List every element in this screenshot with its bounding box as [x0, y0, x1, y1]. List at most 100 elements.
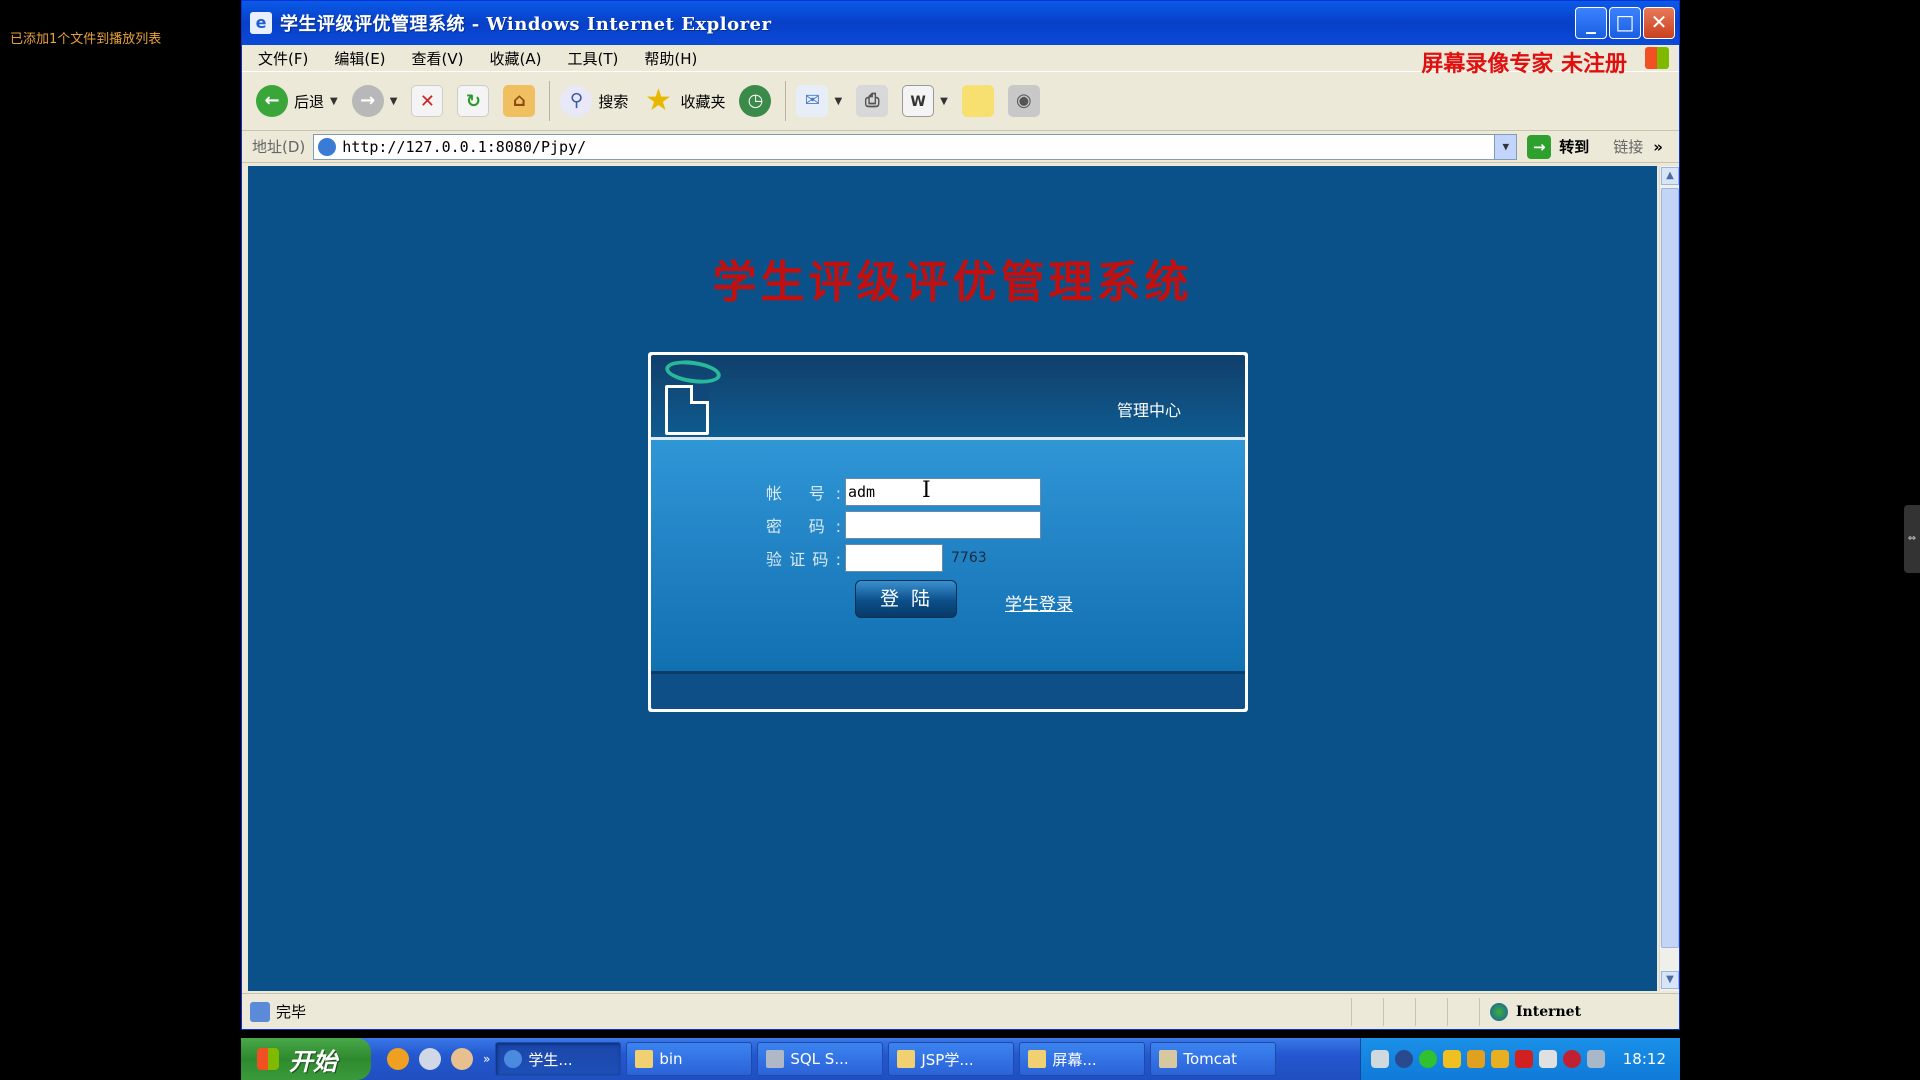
stop-icon: ✕ [411, 85, 444, 117]
menu-favorites[interactable]: 收藏(A) [490, 48, 542, 69]
mail-button[interactable]: ✉ ▼ [796, 85, 842, 117]
forward-dropdown-icon[interactable]: ▼ [390, 96, 398, 107]
quicklaunch-search-icon[interactable] [419, 1048, 441, 1070]
qq-icon[interactable] [1490, 1050, 1509, 1068]
qq-icon[interactable] [1442, 1050, 1461, 1068]
quicklaunch-qq-icon[interactable] [451, 1048, 473, 1070]
back-arrow-icon: ← [256, 85, 288, 117]
monitor-icon[interactable] [1586, 1050, 1605, 1068]
go-button[interactable]: → 转到 [1527, 134, 1589, 159]
maximize-button[interactable]: □ [1609, 7, 1641, 39]
title-bar: e 学生评级评优管理系统 - Windows Internet Explorer… [242, 1, 1679, 45]
menu-view[interactable]: 查看(V) [412, 48, 464, 69]
antivirus-icon[interactable] [1514, 1050, 1533, 1068]
history-icon: ◷ [739, 85, 772, 117]
status-text: 完毕 [276, 1003, 307, 1021]
login-panel-header: 管理中心 [651, 355, 1245, 440]
back-button[interactable]: ← 后退 ▼ [256, 85, 338, 117]
captcha-row: 验证码: 7763 [766, 544, 987, 572]
quicklaunch-more-icon[interactable]: » [483, 1052, 490, 1066]
password-input[interactable] [845, 511, 1041, 539]
scroll-down-icon[interactable]: ▼ [1661, 971, 1679, 989]
search-button[interactable]: ⚲ 搜索 [560, 85, 628, 117]
close-button[interactable]: ✕ [1643, 7, 1675, 39]
favorites-button[interactable]: ★ 收藏夹 [642, 85, 725, 117]
mail-dropdown-icon[interactable]: ▼ [834, 96, 842, 107]
back-dropdown-icon[interactable]: ▼ [330, 96, 338, 107]
captcha-input[interactable] [845, 544, 943, 572]
keyboard-icon[interactable] [1370, 1050, 1389, 1068]
status-divider [1415, 997, 1447, 1026]
taskbar-item-ie[interactable]: 学生... [495, 1042, 622, 1076]
refresh-icon: ↻ [457, 85, 490, 117]
go-arrow-icon: → [1527, 134, 1552, 159]
status-divider [1351, 997, 1383, 1026]
start-button[interactable]: 开始 [241, 1038, 371, 1080]
minimize-button[interactable]: _ [1575, 7, 1607, 39]
menu-help[interactable]: 帮助(H) [644, 48, 697, 69]
folder-icon [635, 1050, 654, 1068]
account-row: 帐 号: adm [766, 478, 1041, 506]
account-input[interactable]: adm [845, 478, 1041, 506]
side-panel-handle[interactable]: ⇔ [1904, 505, 1920, 573]
quick-launch: » [387, 1048, 490, 1070]
menu-edit[interactable]: 编辑(E) [334, 48, 385, 69]
security-zone[interactable]: Internet [1479, 997, 1679, 1026]
tray-collapse-icon[interactable] [1394, 1050, 1413, 1068]
login-panel-footer [651, 671, 1245, 709]
captcha-code: 7763 [951, 550, 987, 566]
links-button[interactable]: 链接 [1613, 136, 1643, 157]
scroll-up-icon[interactable]: ▲ [1661, 167, 1679, 185]
login-button[interactable]: 登陆 [855, 580, 957, 618]
student-login-link[interactable]: 学生登录 [1005, 590, 1073, 615]
quicklaunch-app-icon[interactable] [387, 1048, 409, 1070]
task-label: SQL S... [790, 1050, 849, 1068]
menu-file[interactable]: 文件(F) [258, 48, 308, 69]
taskbar-item-jsp[interactable]: JSP学... [888, 1042, 1015, 1076]
history-button[interactable]: ◷ [739, 85, 772, 117]
browser-window: e 学生评级评优管理系统 - Windows Internet Explorer… [241, 0, 1680, 1030]
print-button[interactable]: ⎙ [856, 85, 889, 117]
discuss-button[interactable] [961, 85, 994, 117]
password-label: 密 码: [766, 517, 841, 536]
windows-logo-icon [257, 1048, 279, 1070]
clock[interactable]: 18:12 [1623, 1050, 1666, 1068]
taskbar-item-sql[interactable]: SQL S... [757, 1042, 884, 1076]
back-label: 后退 [294, 92, 325, 111]
stop-button[interactable]: ✕ [411, 85, 444, 117]
taskbar-item-tomcat[interactable]: Tomcat [1150, 1042, 1277, 1076]
qq-icon[interactable] [1466, 1050, 1485, 1068]
page-content: 学生评级评优管理系统 管理中心 帐 号: adm I 密 码: 验证码: 776… [248, 166, 1657, 991]
menu-bar: 文件(F) 编辑(E) 查看(V) 收藏(A) 工具(T) 帮助(H) 屏幕录像… [242, 45, 1679, 77]
captcha-label: 验证码: [766, 550, 841, 569]
address-url[interactable]: http://127.0.0.1:8080/Pjpy/ [342, 138, 1494, 156]
links-chevron-icon[interactable]: » [1653, 138, 1663, 156]
page-icon [318, 137, 337, 156]
tray-app-icon[interactable] [1418, 1050, 1437, 1068]
login-panel: 管理中心 帐 号: adm I 密 码: 验证码: 7763 登陆 学生登录 [648, 352, 1248, 712]
page-done-icon [250, 1001, 270, 1022]
vertical-scrollbar[interactable]: ▲ ▼ [1659, 166, 1679, 991]
address-dropdown-icon[interactable]: ▼ [1494, 134, 1517, 159]
taskbar-item-bin[interactable]: bin [626, 1042, 753, 1076]
task-label: Tomcat [1183, 1050, 1238, 1068]
zone-label: Internet [1516, 1003, 1582, 1020]
toolbar-separator [785, 81, 787, 121]
taskbar-item-recorder[interactable]: 屏幕... [1019, 1042, 1146, 1076]
address-input[interactable]: http://127.0.0.1:8080/Pjpy/ ▼ [313, 133, 1518, 160]
forward-button[interactable]: → ▼ [351, 85, 398, 117]
globe-icon [1490, 1002, 1508, 1021]
scroll-thumb[interactable] [1661, 188, 1679, 948]
edit-button[interactable]: W ▼ [902, 85, 948, 117]
menu-tools[interactable]: 工具(T) [567, 48, 618, 69]
ie-app-icon: e [250, 12, 272, 34]
refresh-button[interactable]: ↻ [457, 85, 490, 117]
messenger-button[interactable]: ◉ [1007, 85, 1040, 117]
network-icon[interactable] [1538, 1050, 1557, 1068]
taskbar: 开始 » 学生... bin SQL S... JSP学... 屏幕... To… [241, 1038, 1680, 1080]
status-divider [1383, 997, 1415, 1026]
favorites-label: 收藏夹 [680, 92, 726, 111]
home-button[interactable]: ⌂ [503, 85, 536, 117]
edit-dropdown-icon[interactable]: ▼ [940, 96, 948, 107]
shield-icon[interactable] [1562, 1050, 1581, 1068]
